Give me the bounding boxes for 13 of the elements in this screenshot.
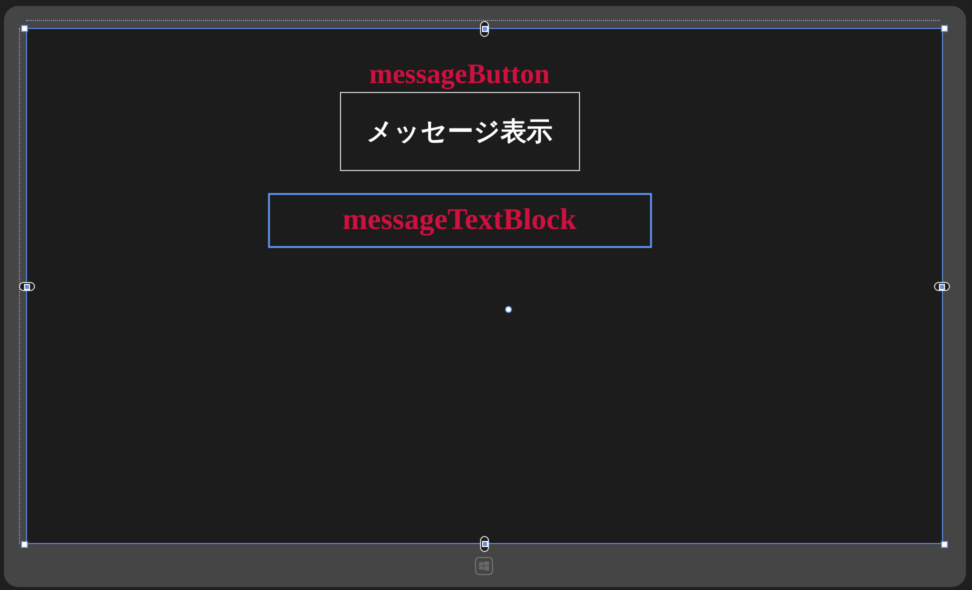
control-name-label: messageTextBlock xyxy=(342,203,576,238)
resize-handle[interactable] xyxy=(19,282,35,291)
corner-handle[interactable] xyxy=(21,25,28,32)
resize-handle[interactable] xyxy=(480,536,489,552)
windows-icon xyxy=(478,560,488,570)
corner-handle[interactable] xyxy=(941,25,948,32)
corner-handle[interactable] xyxy=(941,541,948,548)
resize-handle[interactable] xyxy=(480,21,489,37)
corner-handle[interactable] xyxy=(21,541,28,548)
center-handle[interactable] xyxy=(505,306,512,313)
resize-handle[interactable] xyxy=(934,282,950,291)
message-button[interactable]: メッセージ表示 xyxy=(340,92,580,172)
control-name-label: messageButton xyxy=(369,59,550,92)
